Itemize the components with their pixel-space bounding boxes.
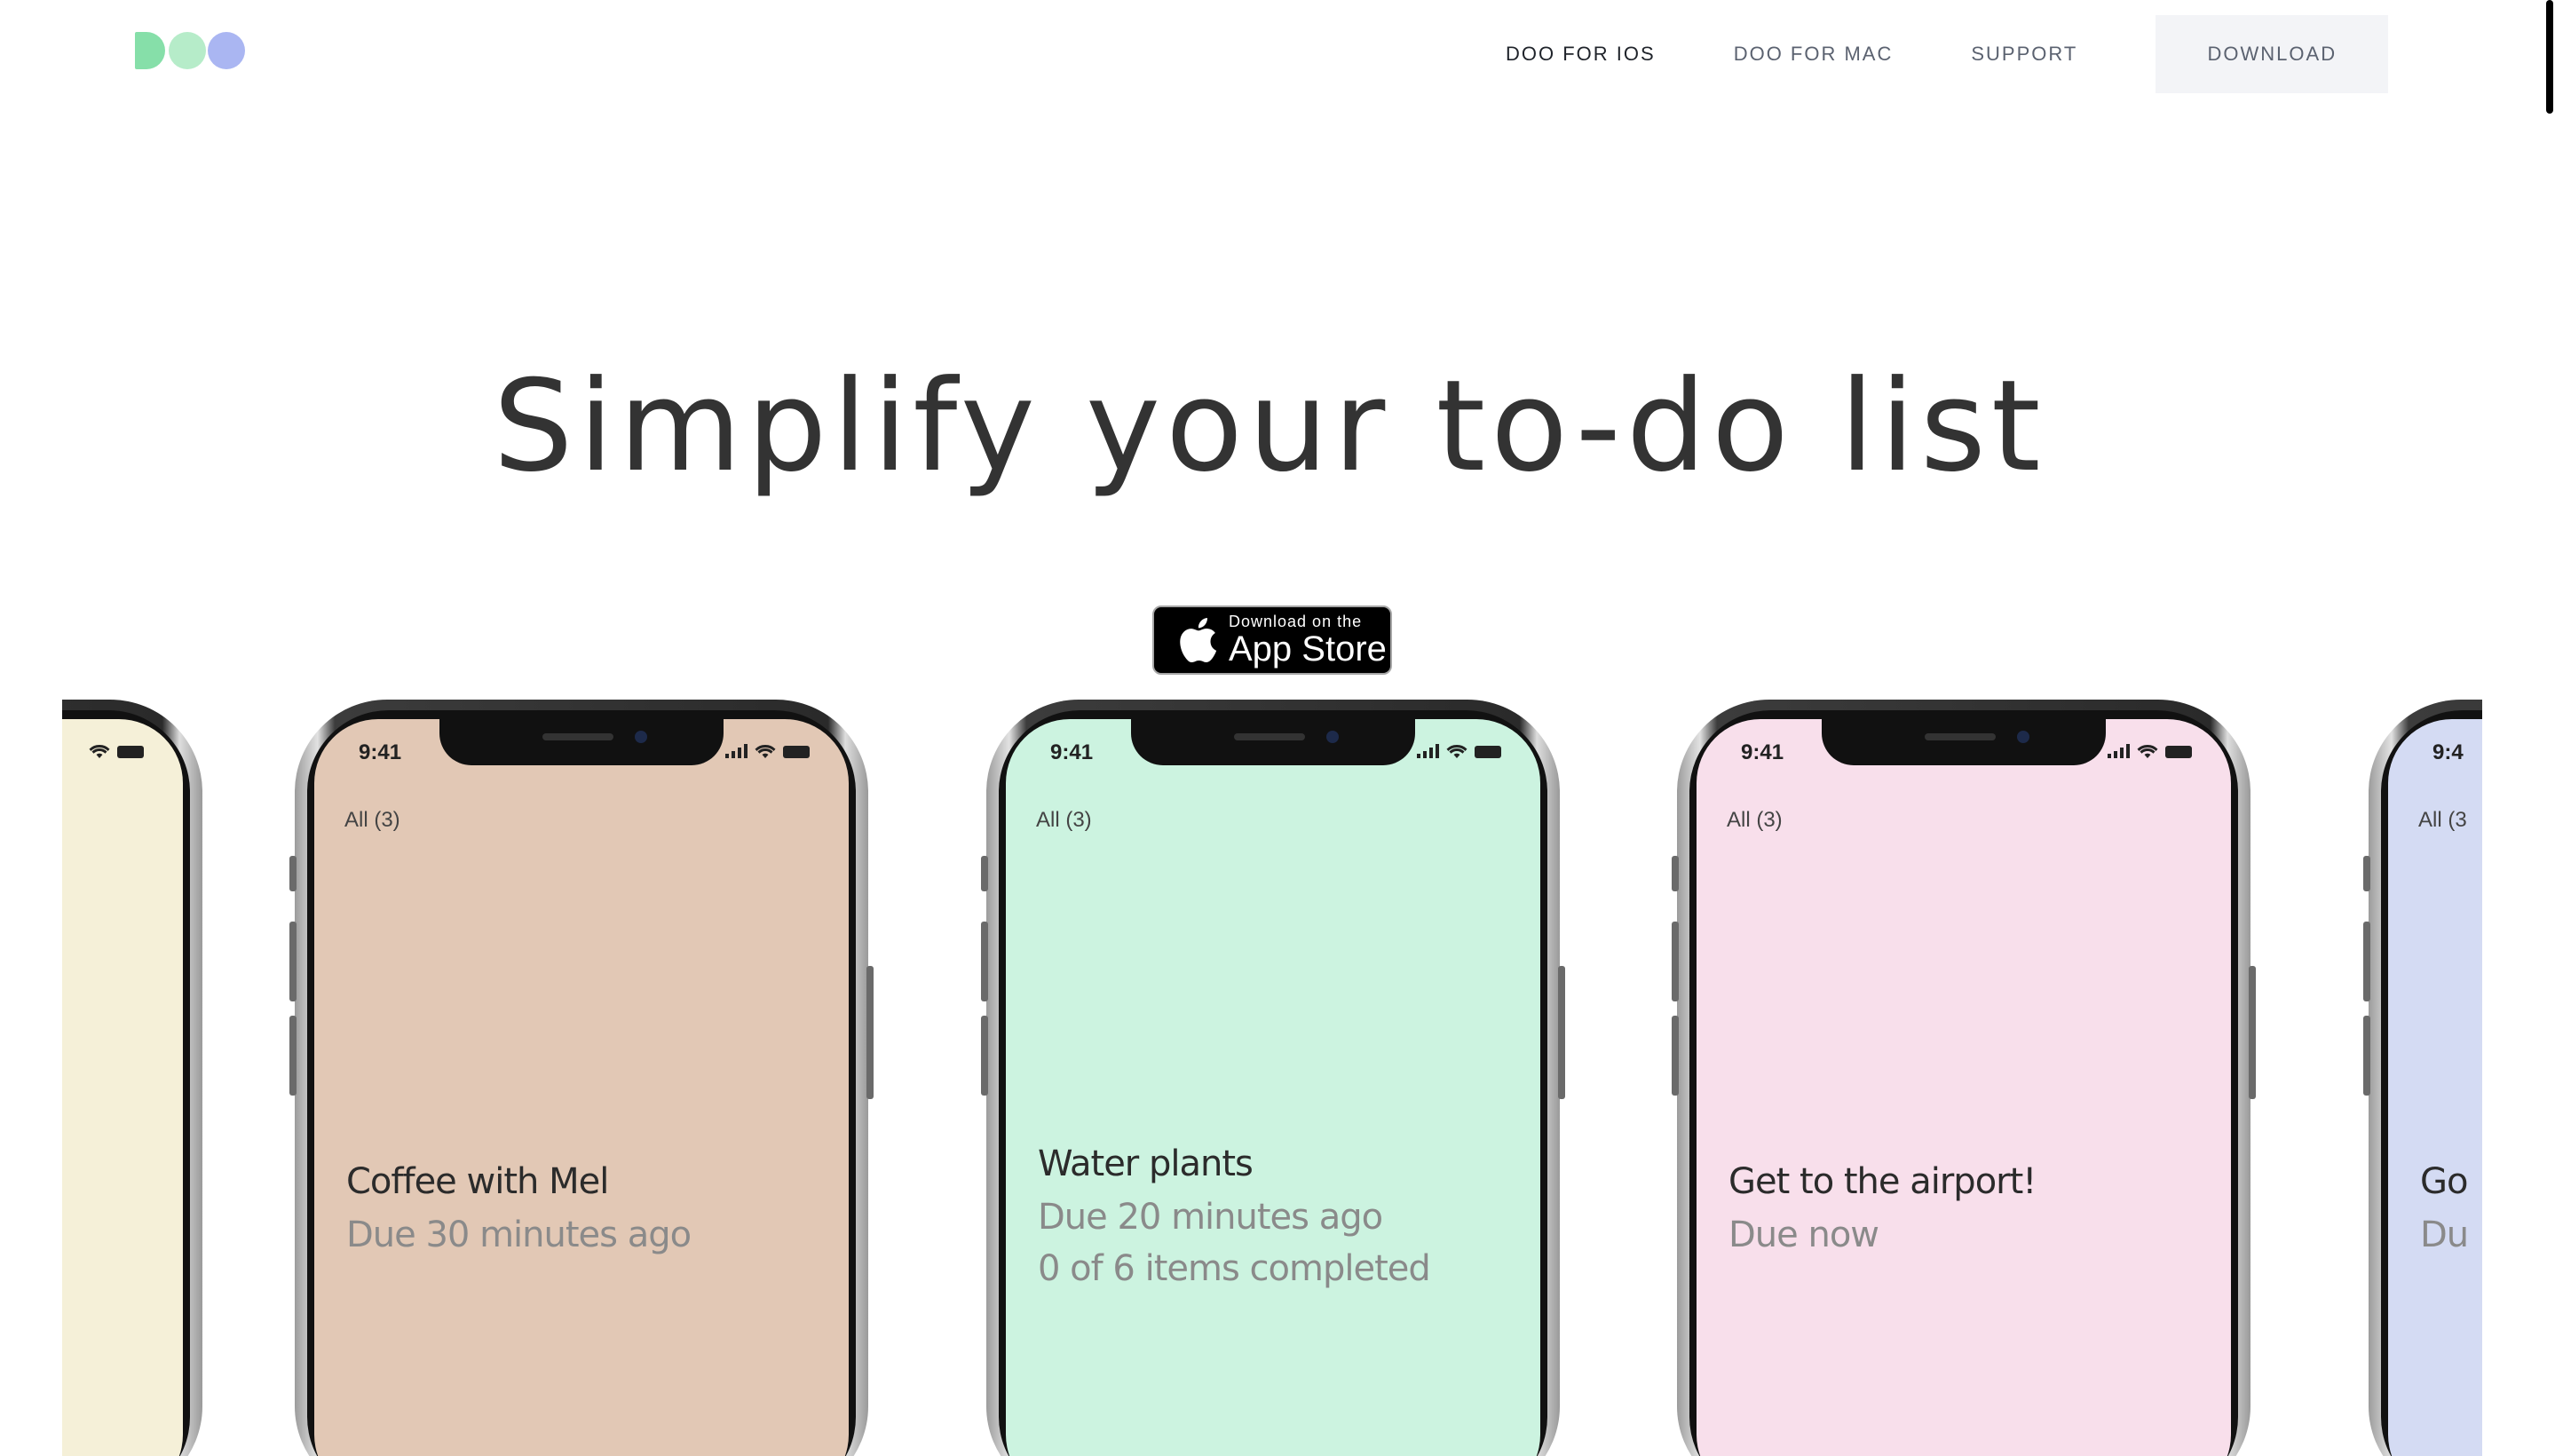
task-due: Due now [1728,1215,1879,1255]
phone-carousel: 9:41 All (3) Coffee with Mel Due 30 minu… [62,692,2482,1456]
phone-time: 9:41 [1741,740,1784,764]
hero-headline: Simplify your to-do list [493,353,2046,500]
wifi-icon [2137,744,2158,758]
phone-time: 9:4 [2432,740,2464,764]
phone-time: 9:41 [1050,740,1094,764]
wifi-icon [1446,744,1467,758]
signal-icon [1417,744,1439,758]
nav-support[interactable]: SUPPORT [1971,43,2077,66]
task-title: Get to the airport! [1728,1161,2037,1202]
task-title: Water plants [1038,1143,1254,1184]
phone-time: 9:41 [359,740,402,764]
doo-logo[interactable] [135,32,245,71]
main-nav: DOO FOR IOS DOO FOR MAC SUPPORT DOWNLOAD [1506,14,2389,94]
phone-mockup [62,700,202,1456]
battery-icon [1475,746,1501,758]
logo-o-circle-2 [208,32,245,69]
task-card: Water plants Due 20 minutes ago 0 of 6 i… [1038,1143,1431,1289]
app-store-badge[interactable]: Download on the App Store [1152,605,1392,675]
phone-screen: 9:41 All (3) Water plants Due 20 minutes… [1006,719,1540,1456]
signal-icon [2108,744,2130,758]
battery-icon [783,746,810,758]
apple-icon [1180,618,1217,663]
nav-doo-for-mac[interactable]: DOO FOR MAC [1734,43,1894,66]
task-due: Due 30 minutes ago [346,1215,692,1255]
wifi-icon [755,744,776,758]
logo-o-circle-1 [169,32,206,69]
page-scrollbar[interactable] [2539,0,2555,1456]
filter-label: All (3) [1036,808,1092,832]
phone-mockup: 9:41 All (3) Coffee with Mel Due 30 minu… [289,700,874,1456]
filter-label: All (3) [1727,808,1783,832]
badge-small-text: Download on the [1229,613,1363,630]
status-icons [89,744,144,758]
phone-screen: 9:4 All (3 Go Du [2388,719,2482,1456]
filter-label: All (3 [2418,808,2467,832]
status-icons [1417,744,1501,758]
phone-screen [62,719,183,1456]
task-card: Get to the airport! Due now [1728,1161,2037,1255]
badge-big-text: App Store [1229,629,1387,669]
task-progress: 0 of 6 items completed [1038,1248,1431,1289]
task-title: Coffee with Mel [346,1161,609,1202]
battery-icon [2165,746,2192,758]
wifi-icon [89,744,110,758]
phone-mockup: 9:41 All (3) Get to the airport! Due now [1672,700,2256,1456]
logo-d-shape [135,32,165,69]
phone-screen: 9:41 All (3) Coffee with Mel Due 30 minu… [314,719,849,1456]
battery-icon [117,746,144,758]
filter-label: All (3) [344,808,400,832]
task-due: Due 20 minutes ago [1038,1197,1383,1238]
nav-doo-for-ios[interactable]: DOO FOR IOS [1506,43,1656,66]
signal-icon [725,744,748,758]
phone-mockup: 9:41 All (3) Water plants Due 20 minutes… [981,700,1565,1456]
download-button[interactable]: DOWNLOAD [2156,15,2389,93]
task-due: Du [2420,1215,2469,1255]
status-icons [725,744,810,758]
task-title: Go [2420,1161,2468,1202]
scrollbar-thumb[interactable] [2546,0,2553,114]
phone-mockup: 9:4 All (3 Go Du [2363,700,2482,1456]
task-card: Go Du [2420,1161,2469,1255]
task-card: Coffee with Mel Due 30 minutes ago [346,1161,692,1255]
phone-screen: 9:41 All (3) Get to the airport! Due now [1697,719,2231,1456]
status-icons [2108,744,2192,758]
